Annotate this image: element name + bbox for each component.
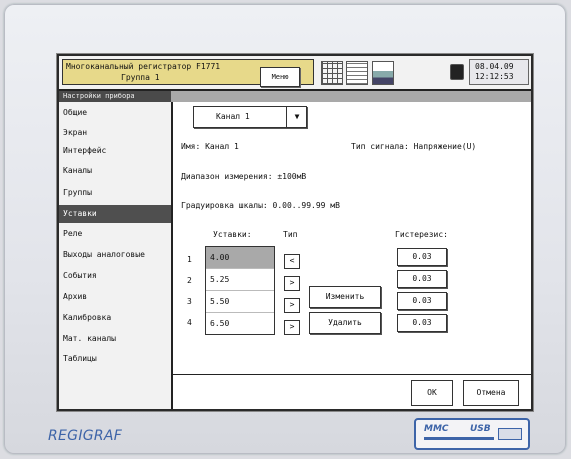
hysteresis-field[interactable]: 0.03 bbox=[397, 314, 447, 332]
sidebar-item-setpoints[interactable]: Уставки bbox=[59, 205, 171, 223]
sidebar-item-label: Мат. каналы bbox=[63, 334, 116, 343]
type-toggle[interactable]: > bbox=[284, 276, 300, 291]
delete-button[interactable]: Удалить bbox=[309, 312, 381, 334]
section-bar: Настройки прибора bbox=[59, 91, 531, 102]
section-bar-tail bbox=[171, 91, 531, 102]
sidebar-item-label: Группы bbox=[63, 188, 92, 197]
main-panel: Канал 1 ▼ Имя: Канал 1 Тип сигнала: Напр… bbox=[173, 102, 531, 409]
setpoint-item[interactable]: 4.00 bbox=[206, 247, 274, 269]
type-toggle[interactable]: > bbox=[284, 320, 300, 335]
channel-select-value: Канал 1 bbox=[216, 112, 250, 121]
hysteresis-field[interactable]: 0.03 bbox=[397, 248, 447, 266]
menu-button[interactable]: Меню bbox=[260, 67, 300, 87]
type-header: Тип bbox=[283, 230, 298, 239]
sidebar-item-calibration[interactable]: Калибровка bbox=[59, 309, 171, 327]
setpoint-item[interactable]: 5.50 bbox=[206, 291, 274, 313]
type-toggle[interactable]: < bbox=[284, 254, 300, 269]
channel-name: Имя: Канал 1 bbox=[181, 142, 239, 151]
setpoint-value: 6.50 bbox=[210, 319, 230, 328]
sidebar-item-label: Реле bbox=[63, 229, 83, 238]
sidebar-item-math-channels[interactable]: Мат. каналы bbox=[59, 330, 171, 348]
time-text: 12:12:53 bbox=[475, 72, 514, 81]
section-title: Настройки прибора bbox=[63, 92, 135, 100]
document-icon[interactable] bbox=[346, 61, 368, 85]
printer-icon[interactable] bbox=[372, 61, 394, 85]
top-bar: Многоканальный регистратор F1771 Группа … bbox=[59, 56, 531, 91]
sidebar-item-groups[interactable]: Группы bbox=[59, 184, 171, 202]
sidebar-item-label: Общие bbox=[63, 108, 88, 117]
title-box: Многоканальный регистратор F1771 Группа … bbox=[62, 59, 314, 87]
brand-logo: REGIGRAF bbox=[48, 428, 123, 444]
sidebar-item-label: Таблицы bbox=[63, 354, 97, 363]
hysteresis-field[interactable]: 0.03 bbox=[397, 270, 447, 288]
sidebar-item-tables[interactable]: Таблицы bbox=[59, 350, 171, 368]
row-number: 1 bbox=[187, 255, 192, 264]
group-title: Группа 1 bbox=[121, 73, 160, 82]
sidebar-item-relays[interactable]: Реле bbox=[59, 225, 171, 243]
sidebar-item-label: Экран bbox=[63, 128, 88, 137]
sidebar-item-label: Уставки bbox=[63, 209, 97, 218]
date-text: 08.04.09 bbox=[475, 62, 514, 71]
edit-button[interactable]: Изменить bbox=[309, 286, 381, 308]
usb-port-icon bbox=[498, 428, 522, 440]
scale-range: Градуировка шкалы: 0.00..99.99 мВ bbox=[181, 201, 340, 210]
setpoint-list: 4.00 5.25 5.50 6.50 bbox=[205, 246, 275, 335]
sidebar-item-screen[interactable]: Экран bbox=[59, 124, 171, 142]
media-slot: MMC USB bbox=[414, 418, 530, 450]
setpoint-value: 4.00 bbox=[210, 253, 230, 262]
slot-line bbox=[424, 437, 494, 440]
setpoint-item[interactable]: 6.50 bbox=[206, 313, 274, 334]
measure-range: Диапазон измерения: ±100мВ bbox=[181, 172, 307, 181]
device-title: Многоканальный регистратор F1771 bbox=[66, 62, 221, 71]
sidebar-item-events[interactable]: События bbox=[59, 267, 171, 285]
mmc-label: MMC bbox=[424, 424, 449, 434]
sidebar-item-label: Каналы bbox=[63, 166, 92, 175]
sidebar-item-general[interactable]: Общие bbox=[59, 104, 171, 122]
cancel-button[interactable]: Отмена bbox=[463, 380, 519, 406]
device-screen: Многоканальный регистратор F1771 Группа … bbox=[57, 54, 533, 411]
table-icon[interactable] bbox=[321, 61, 343, 85]
sidebar-item-label: Выходы аналоговые bbox=[63, 250, 145, 259]
row-number: 2 bbox=[187, 276, 192, 285]
channel-select[interactable]: Канал 1 ▼ bbox=[193, 106, 307, 128]
sidebar-item-label: Интерфейс bbox=[63, 146, 107, 155]
row-number: 4 bbox=[187, 318, 192, 327]
setpoint-value: 5.50 bbox=[210, 297, 230, 306]
sidebar: Общие Экран Интерфейс Каналы Группы Уста… bbox=[59, 102, 173, 409]
signal-type: Тип сигнала: Напряжение(U) bbox=[351, 142, 477, 151]
setpoint-item[interactable]: 5.25 bbox=[206, 269, 274, 291]
chevron-down-icon[interactable]: ▼ bbox=[286, 107, 307, 127]
sidebar-item-label: Калибровка bbox=[63, 313, 112, 322]
footer-divider bbox=[173, 374, 531, 375]
hysteresis-header: Гистерезис: bbox=[395, 230, 448, 239]
type-toggle[interactable]: > bbox=[284, 298, 300, 313]
sidebar-item-channels[interactable]: Каналы bbox=[59, 162, 171, 180]
row-number: 3 bbox=[187, 297, 192, 306]
setpoints-header: Уставки: bbox=[213, 230, 252, 239]
sidebar-item-archive[interactable]: Архив bbox=[59, 288, 171, 306]
sidebar-item-interface[interactable]: Интерфейс bbox=[59, 142, 171, 160]
sidebar-item-label: События bbox=[63, 271, 97, 280]
date-time-box: 08.04.09 12:12:53 bbox=[469, 59, 529, 85]
ok-button[interactable]: ОК bbox=[411, 380, 453, 406]
lock-icon[interactable] bbox=[450, 64, 464, 80]
setpoint-value: 5.25 bbox=[210, 275, 230, 284]
hysteresis-field[interactable]: 0.03 bbox=[397, 292, 447, 310]
sidebar-item-analog-outputs[interactable]: Выходы аналоговые bbox=[59, 246, 171, 264]
usb-label: USB bbox=[470, 424, 491, 434]
sidebar-item-label: Архив bbox=[63, 292, 88, 301]
